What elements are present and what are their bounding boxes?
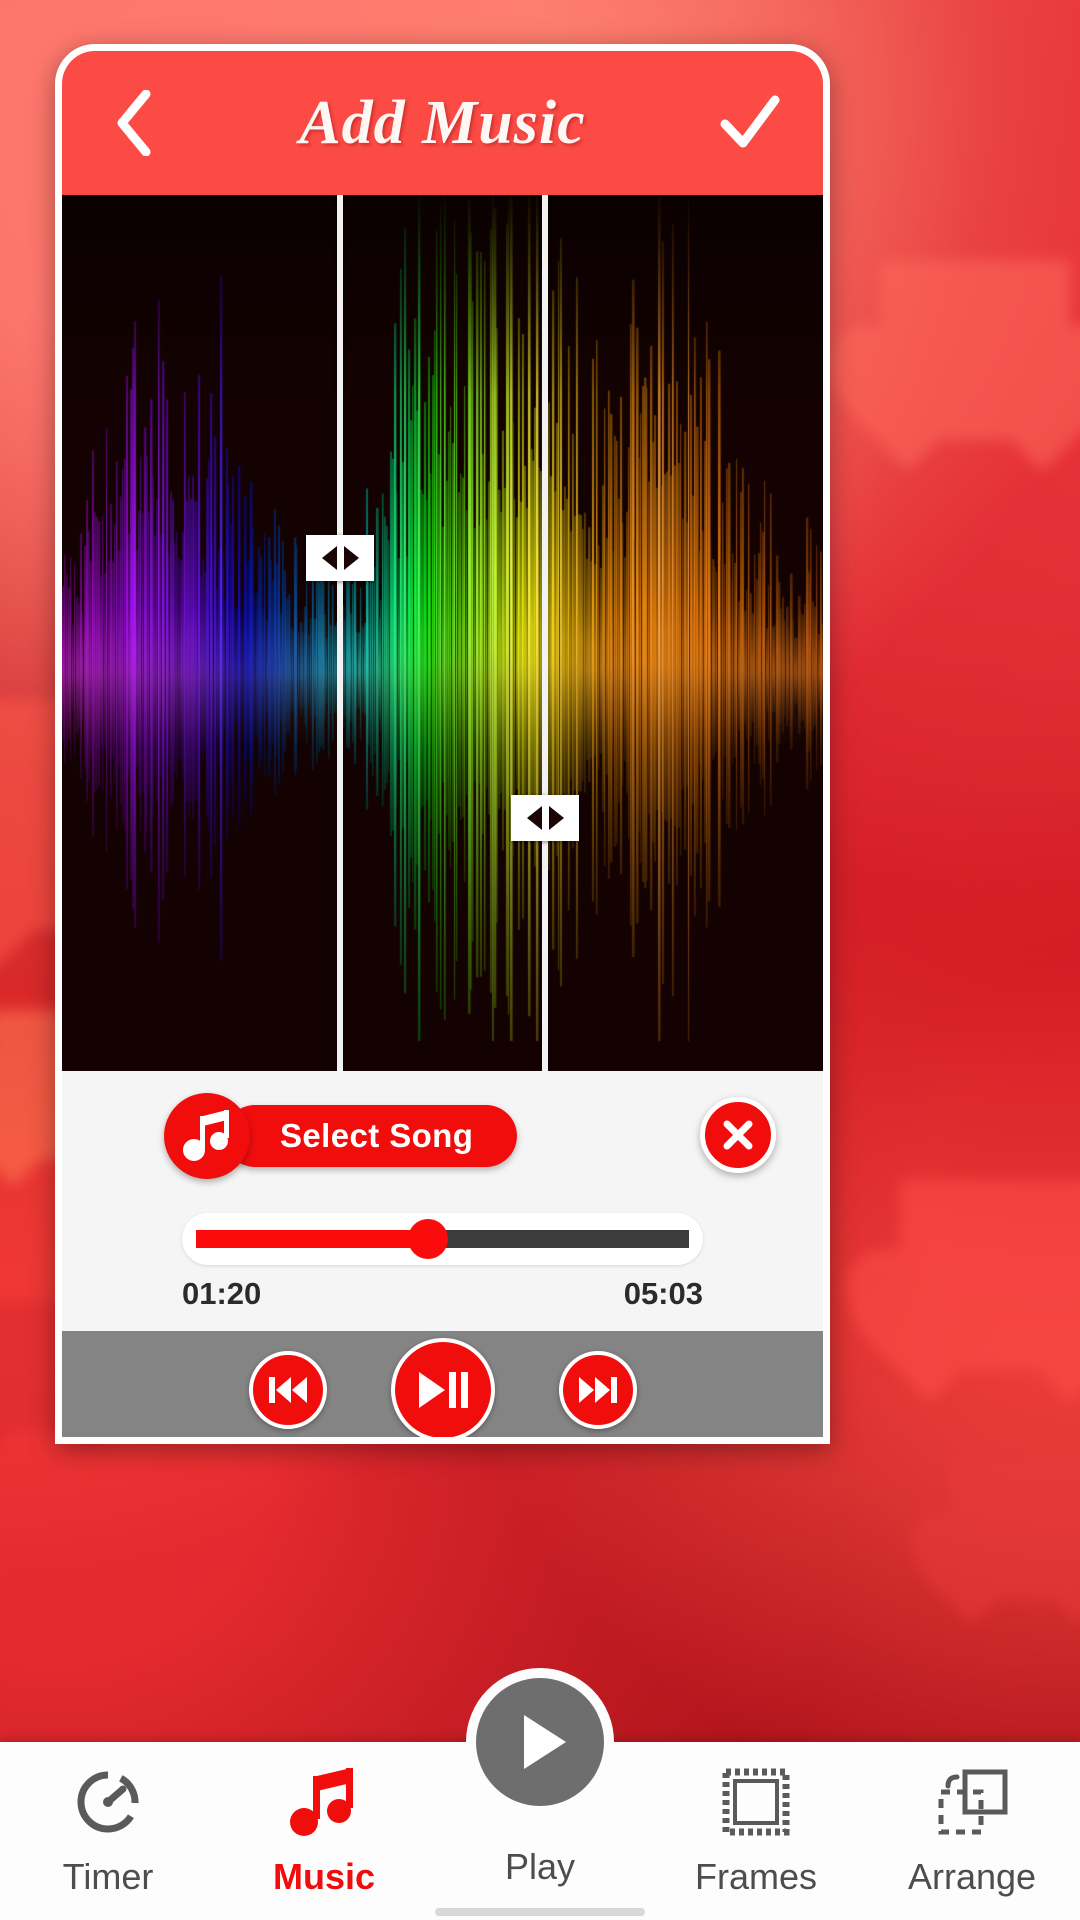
select-song-button[interactable]: Select Song <box>164 1093 518 1179</box>
arrow-left-icon <box>526 806 542 830</box>
confirm-button[interactable] <box>715 88 785 158</box>
nav-item-frames[interactable]: Frames <box>648 1742 864 1920</box>
play-fab-button[interactable] <box>466 1668 614 1816</box>
nav-label-frames: Frames <box>694 1856 817 1897</box>
nav-label-timer: Timer <box>62 1856 154 1897</box>
play-pause-button[interactable] <box>390 1338 495 1437</box>
trim-handle-start[interactable] <box>306 535 374 581</box>
seek-track[interactable] <box>196 1219 689 1259</box>
nav-label-arrange: Arrange <box>907 1856 1037 1897</box>
time-labels: 01:20 05:03 <box>182 1276 703 1312</box>
player-panel: Select Song 01:20 05:03 <box>62 1071 823 1331</box>
back-button[interactable] <box>100 88 170 158</box>
select-song-pill: Select Song <box>224 1105 518 1167</box>
nav-item-timer[interactable]: Timer <box>0 1742 216 1920</box>
nav-label-play: Play <box>504 1846 576 1887</box>
trim-divider-left <box>337 195 343 1071</box>
app-bar: Add Music <box>62 51 823 195</box>
nav-item-music[interactable]: Music <box>216 1742 432 1920</box>
play-icon <box>524 1715 566 1769</box>
arrow-left-icon <box>321 546 337 570</box>
page-title: Add Music <box>299 88 586 157</box>
arrange-icon <box>932 1764 1012 1840</box>
seek-fill <box>196 1230 428 1248</box>
arrow-right-icon <box>343 546 359 570</box>
waveform-view[interactable] <box>62 195 823 1071</box>
seek-thumb[interactable] <box>407 1219 448 1259</box>
total-time: 05:03 <box>623 1276 703 1311</box>
music-note-icon <box>164 1093 250 1179</box>
close-music-button[interactable] <box>700 1097 776 1173</box>
trim-handle-end[interactable] <box>511 795 579 841</box>
music-note-icon <box>289 1764 359 1840</box>
phone-card: Add Music Select Song 01:20 05:03 <box>55 44 830 1444</box>
arrow-right-icon <box>548 806 564 830</box>
trim-divider-right <box>542 195 548 1071</box>
previous-button[interactable] <box>248 1351 327 1429</box>
select-song-label: Select Song <box>280 1117 474 1154</box>
gesture-bar <box>435 1908 645 1916</box>
timer-icon <box>73 1764 143 1840</box>
play-pause-icon <box>418 1372 468 1408</box>
close-icon <box>723 1120 753 1150</box>
seek-bar[interactable] <box>182 1213 703 1265</box>
current-time: 01:20 <box>182 1276 262 1311</box>
waveform-canvas <box>62 195 823 1071</box>
next-button[interactable] <box>558 1351 637 1429</box>
transport-bar <box>62 1331 823 1437</box>
rewind-icon <box>268 1377 307 1403</box>
frame-icon <box>718 1764 794 1840</box>
nav-item-arrange[interactable]: Arrange <box>864 1742 1080 1920</box>
nav-label-music: Music <box>272 1856 376 1897</box>
fast-forward-icon <box>578 1377 617 1403</box>
